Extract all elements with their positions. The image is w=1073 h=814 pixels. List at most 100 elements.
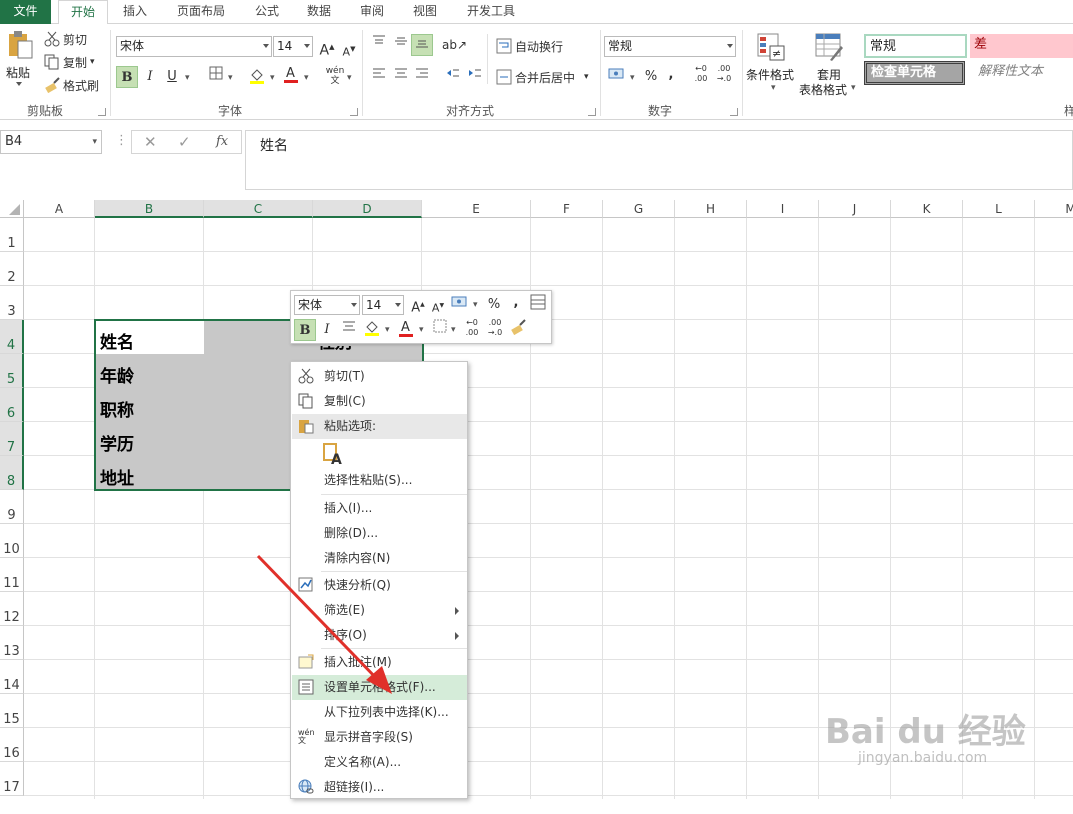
align-center-icon[interactable] — [390, 66, 412, 88]
alignment-launcher-icon[interactable] — [588, 108, 596, 116]
menu-define-name[interactable]: 定义名称(A)... — [292, 750, 467, 775]
align-right-icon[interactable] — [411, 66, 433, 88]
mini-font-select[interactable]: 宋体 — [294, 295, 360, 315]
style-bad[interactable]: 差 — [970, 34, 1073, 58]
column-header[interactable]: C — [204, 200, 313, 218]
mini-borders-dropdown-icon[interactable]: ▾ — [451, 325, 456, 335]
row-header[interactable]: 6 — [0, 388, 24, 422]
column-header[interactable]: E — [422, 200, 531, 218]
number-launcher-icon[interactable] — [730, 108, 738, 116]
mini-italic-button[interactable]: I — [316, 319, 338, 341]
mini-decrease-decimal-icon[interactable]: .00 →.0 — [484, 318, 506, 340]
row-header[interactable]: 14 — [0, 660, 24, 694]
row-header[interactable]: 5 — [0, 354, 24, 388]
borders-dropdown-icon[interactable]: ▾ — [228, 73, 233, 83]
cell-b7[interactable]: 学历 — [96, 428, 134, 462]
fill-color-icon[interactable] — [246, 66, 268, 88]
tab-formulas[interactable]: 公式 — [244, 0, 290, 24]
select-all-corner[interactable] — [0, 200, 24, 218]
mini-font-color-dropdown-icon[interactable]: ▾ — [419, 325, 424, 335]
menu-show-phonetic[interactable]: wén 文显示拼音字段(S) — [292, 725, 467, 750]
tab-data[interactable]: 数据 — [296, 0, 342, 24]
conditional-format-button[interactable]: 条件格式 — [746, 66, 794, 83]
row-header[interactable]: 1 — [0, 218, 24, 252]
increase-indent-icon[interactable] — [464, 66, 486, 88]
column-header[interactable]: K — [891, 200, 963, 218]
cell-b4[interactable]: 姓名 — [96, 326, 134, 360]
name-box[interactable]: B4 ▾ — [0, 130, 102, 154]
merge-center-button[interactable]: 合并后居中 ▾ — [496, 67, 589, 87]
mini-decrease-font-icon[interactable]: A▼ — [427, 295, 449, 317]
decrease-indent-icon[interactable] — [442, 66, 464, 88]
font-color-dropdown-icon[interactable]: ▾ — [304, 73, 309, 83]
format-table-dropdown-icon[interactable]: ▾ — [851, 83, 856, 93]
name-box-dropdown-icon[interactable]: ▾ — [92, 131, 97, 153]
underline-dropdown-icon[interactable]: ▾ — [185, 73, 190, 83]
tab-home[interactable]: 开始 — [58, 0, 108, 25]
cell-b5[interactable]: 年龄 — [96, 360, 134, 394]
italic-button[interactable]: I — [139, 66, 161, 88]
row-header[interactable]: 13 — [0, 626, 24, 660]
enter-icon[interactable]: ✓ — [178, 133, 191, 151]
row-header[interactable]: 3 — [0, 286, 24, 320]
font-name-select[interactable]: 宋体 — [116, 36, 272, 57]
row-header[interactable]: 15 — [0, 694, 24, 728]
conditional-format-icon[interactable]: ≠ — [756, 32, 786, 62]
mini-format-painter-icon[interactable] — [507, 319, 529, 341]
fill-color-dropdown-icon[interactable]: ▾ — [270, 73, 275, 83]
paste-icon[interactable] — [6, 30, 34, 60]
align-left-icon[interactable] — [368, 66, 390, 88]
row-header[interactable]: 16 — [0, 728, 24, 762]
mini-currency-icon[interactable] — [449, 294, 471, 316]
mini-increase-decimal-icon[interactable]: ←0.00 — [461, 318, 483, 340]
phonetic-dropdown-icon[interactable]: ▾ — [347, 73, 352, 83]
currency-icon[interactable] — [606, 66, 628, 88]
paste-button[interactable]: 粘贴 — [6, 64, 30, 81]
comma-button[interactable]: , — [660, 64, 682, 86]
column-header[interactable]: L — [963, 200, 1035, 218]
clipboard-launcher-icon[interactable] — [98, 108, 106, 116]
row-header[interactable]: 7 — [0, 422, 24, 456]
tab-review[interactable]: 审阅 — [349, 0, 395, 24]
copy-button[interactable]: 复制 ▾ — [44, 52, 95, 72]
column-header[interactable]: G — [603, 200, 675, 218]
column-header[interactable]: H — [675, 200, 747, 218]
cell-b8[interactable]: 地址 — [96, 462, 134, 496]
menu-insert[interactable]: 插入(I)... — [292, 496, 467, 521]
currency-dropdown-icon[interactable]: ▾ — [630, 73, 635, 83]
align-bottom-icon[interactable] — [411, 34, 433, 56]
cancel-icon[interactable]: ✕ — [144, 133, 157, 151]
row-header[interactable]: 10 — [0, 524, 24, 558]
style-explanatory[interactable]: 解释性文本 — [974, 61, 1073, 85]
conditional-dropdown-icon[interactable]: ▾ — [771, 83, 776, 93]
column-header[interactable]: A — [24, 200, 95, 218]
cell-b6[interactable]: 职称 — [96, 394, 134, 428]
insert-function-icon[interactable]: fx — [216, 134, 228, 149]
align-top-icon[interactable] — [368, 34, 390, 56]
orientation-icon[interactable]: ab↗ — [442, 34, 467, 56]
mini-format-cells-icon[interactable] — [527, 294, 549, 316]
row-header[interactable]: 9 — [0, 490, 24, 524]
style-check-cell[interactable]: 检查单元格 — [864, 61, 965, 85]
paste-keep-text-icon[interactable]: A — [322, 442, 344, 468]
percent-button[interactable]: % — [640, 66, 662, 88]
mini-center-icon[interactable] — [338, 319, 360, 341]
font-size-select[interactable]: 14 — [273, 36, 313, 57]
mini-font-color-icon[interactable]: A — [395, 318, 417, 340]
phonetic-icon[interactable]: wén 文 — [324, 66, 346, 88]
mini-increase-font-icon[interactable]: A▲ — [407, 294, 429, 316]
column-header[interactable]: D — [313, 200, 422, 218]
tab-file[interactable]: 文件 — [0, 0, 51, 24]
menu-hyperlink[interactable]: 超链接(I)... — [292, 775, 467, 800]
column-header[interactable]: J — [819, 200, 891, 218]
mini-percent-button[interactable]: % — [483, 294, 505, 316]
mini-borders-icon[interactable] — [429, 319, 451, 341]
font-color-icon[interactable]: A — [280, 64, 302, 86]
paste-dropdown-icon[interactable] — [16, 82, 22, 86]
column-header[interactable]: B — [95, 200, 204, 218]
format-as-table-icon[interactable] — [814, 32, 844, 62]
menu-cut[interactable]: 剪切(T) — [292, 364, 467, 389]
number-format-select[interactable]: 常规 — [604, 36, 736, 57]
tab-insert[interactable]: 插入 — [112, 0, 158, 24]
decrease-font-icon[interactable]: A▼ — [338, 38, 360, 60]
